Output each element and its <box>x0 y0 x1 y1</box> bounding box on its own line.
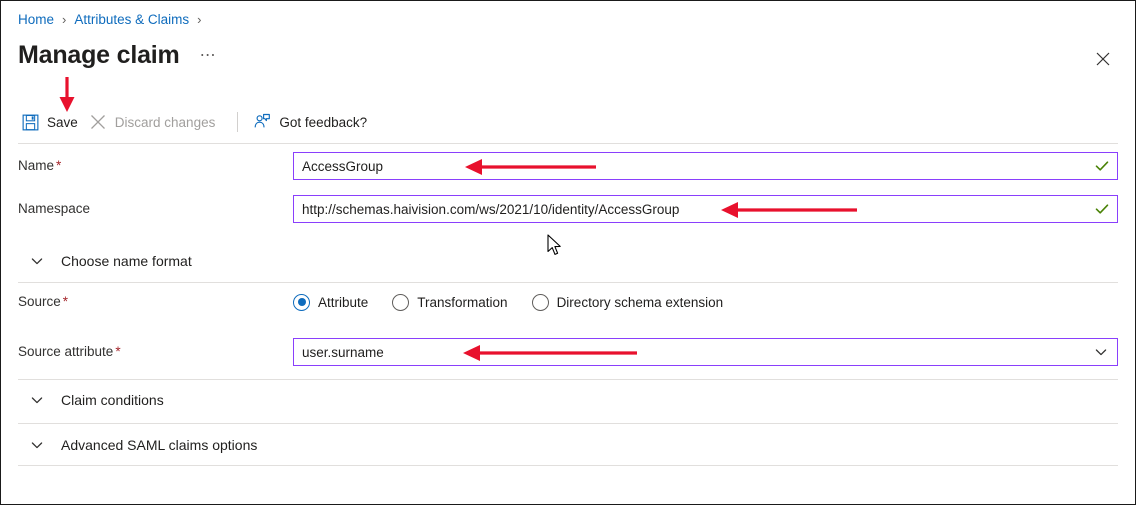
radio-source-attribute-label: Attribute <box>318 295 368 310</box>
breadcrumb-item-attributes-claims[interactable]: Attributes & Claims <box>74 11 189 29</box>
source-attribute-required-mark: * <box>115 344 120 359</box>
source-radio-group: Attribute Transformation Directory schem… <box>293 294 1118 311</box>
namespace-valid-check-icon <box>1095 202 1109 216</box>
save-label: Save <box>47 115 78 130</box>
radio-unselected-icon <box>392 294 409 311</box>
page-title: Manage claim <box>18 39 180 71</box>
name-label-text: Name <box>18 158 54 173</box>
close-button[interactable] <box>1089 45 1117 73</box>
command-bar-divider <box>18 143 1118 144</box>
title-row: Manage claim ⋯ <box>18 39 217 71</box>
more-options-icon[interactable]: ⋯ <box>200 48 218 64</box>
radio-unselected-icon <box>532 294 549 311</box>
name-input[interactable]: AccessGroup <box>293 152 1118 180</box>
name-input-value: AccessGroup <box>302 159 383 174</box>
field-row-namespace: Namespace http://schemas.haivision.com/w… <box>18 195 1118 223</box>
namespace-label: Namespace <box>18 200 293 218</box>
breadcrumb-separator-icon: › <box>197 11 201 29</box>
section-claim-conditions-label: Claim conditions <box>61 392 164 408</box>
field-row-source-attribute: Source attribute* user.surname <box>18 338 1118 366</box>
source-attribute-dropdown[interactable]: user.surname <box>293 338 1118 366</box>
command-bar: Save Discard changes Got feedback? <box>18 107 375 137</box>
name-valid-check-icon <box>1095 159 1109 173</box>
name-label: Name* <box>18 157 293 175</box>
chevron-down-icon <box>30 393 56 407</box>
radio-selected-icon <box>293 294 310 311</box>
radio-source-transformation-label: Transformation <box>417 295 507 310</box>
section-choose-name-format-label: Choose name format <box>61 253 192 269</box>
field-row-name: Name* AccessGroup <box>18 152 1118 180</box>
divider-after-name-format <box>18 282 1118 283</box>
breadcrumb-item-home[interactable]: Home <box>18 11 54 29</box>
divider-after-advanced-saml <box>18 465 1118 466</box>
chevron-down-icon <box>30 438 56 452</box>
close-icon <box>1096 52 1110 66</box>
breadcrumb: Home › Attributes & Claims › <box>18 11 210 29</box>
manage-claim-panel: Home › Attributes & Claims › Manage clai… <box>0 0 1136 505</box>
radio-source-transformation[interactable]: Transformation <box>392 294 507 311</box>
radio-source-attribute[interactable]: Attribute <box>293 294 368 311</box>
source-attribute-label: Source attribute* <box>18 343 293 361</box>
source-label-text: Source <box>18 294 61 309</box>
save-button[interactable]: Save <box>18 107 86 137</box>
radio-source-directory-schema-extension[interactable]: Directory schema extension <box>532 294 724 311</box>
section-choose-name-format[interactable]: Choose name format <box>18 241 1118 281</box>
section-advanced-saml-claims-options-label: Advanced SAML claims options <box>61 437 257 453</box>
source-required-mark: * <box>63 294 68 309</box>
got-feedback-label: Got feedback? <box>279 115 367 130</box>
source-label: Source* <box>18 293 293 311</box>
toolbar-divider <box>237 112 238 132</box>
radio-source-directory-schema-extension-label: Directory schema extension <box>557 295 724 310</box>
save-icon <box>20 112 40 132</box>
chevron-down-icon <box>30 254 56 268</box>
chevron-down-icon <box>1094 345 1108 359</box>
namespace-label-text: Namespace <box>18 201 90 216</box>
breadcrumb-separator-icon: › <box>62 11 66 29</box>
discard-changes-button[interactable]: Discard changes <box>86 107 224 137</box>
name-required-mark: * <box>56 158 61 173</box>
got-feedback-button[interactable]: Got feedback? <box>250 107 375 137</box>
source-attribute-value: user.surname <box>302 345 384 360</box>
feedback-person-icon <box>252 112 272 132</box>
namespace-input-value: http://schemas.haivision.com/ws/2021/10/… <box>302 202 679 217</box>
section-advanced-saml-claims-options[interactable]: Advanced SAML claims options <box>18 425 1118 465</box>
discard-changes-label: Discard changes <box>115 115 216 130</box>
source-attribute-label-text: Source attribute <box>18 344 113 359</box>
field-row-source: Source* Attribute Transformation Directo… <box>18 293 1118 311</box>
divider-after-claim-conditions <box>18 423 1118 424</box>
discard-icon <box>88 112 108 132</box>
namespace-input[interactable]: http://schemas.haivision.com/ws/2021/10/… <box>293 195 1118 223</box>
section-claim-conditions[interactable]: Claim conditions <box>18 380 1118 420</box>
